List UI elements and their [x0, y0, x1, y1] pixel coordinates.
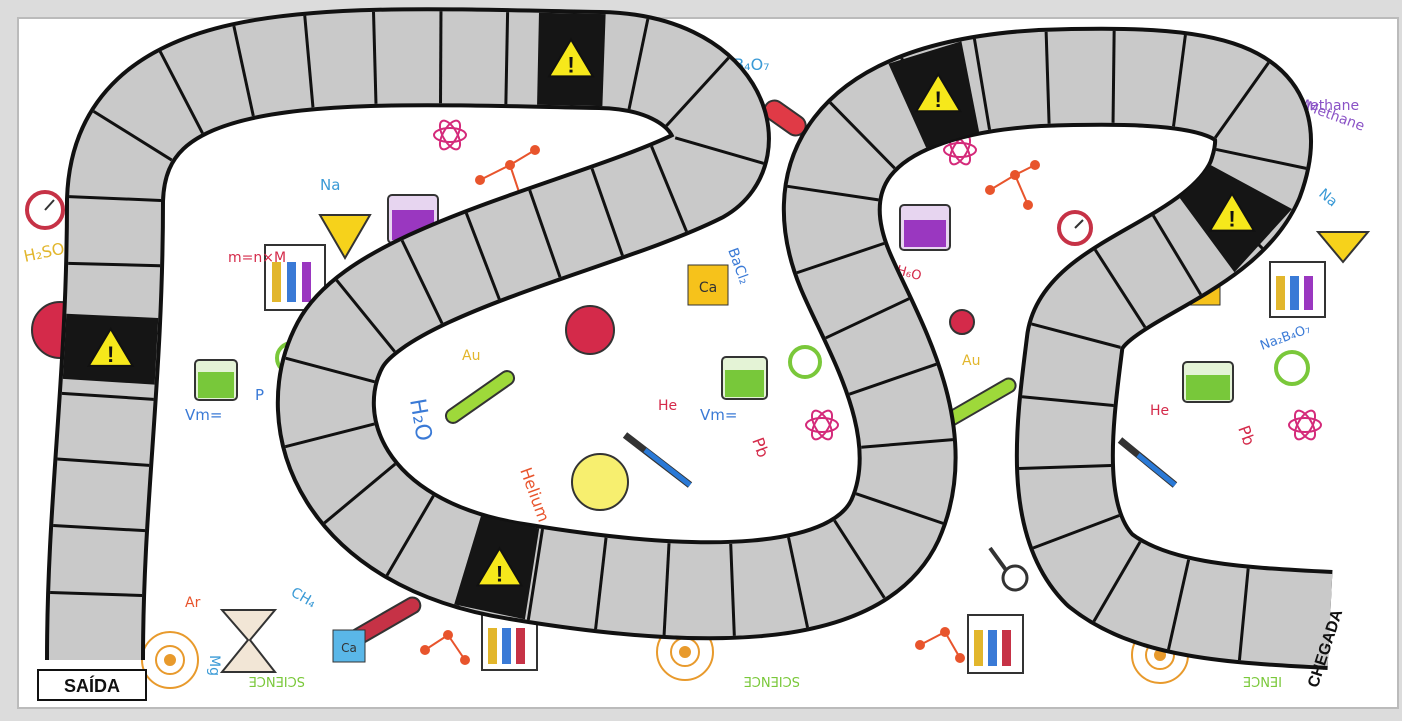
element-tile-text: Ca — [699, 280, 717, 296]
formula-text: He — [1150, 403, 1169, 419]
round-flask-icon — [565, 305, 615, 355]
square-divider — [1111, 30, 1116, 123]
formula-text: Au — [462, 348, 480, 364]
formula-text: Ar — [185, 595, 201, 611]
start-label: SAÍDA — [64, 675, 120, 696]
beaker-icon — [1182, 361, 1234, 403]
formula-text: Vm= — [700, 406, 737, 424]
formula-text: He — [658, 398, 677, 414]
hazard-exclamation: ! — [935, 87, 942, 112]
hazard-exclamation: ! — [567, 52, 574, 77]
square-divider — [504, 12, 510, 105]
start-label-box: SAÍDA — [37, 669, 147, 701]
gauge-icon — [788, 345, 822, 379]
formula-text: m=n×M — [228, 250, 286, 266]
beaker-icon — [721, 356, 768, 400]
formula-text: Mg — [206, 655, 222, 676]
gauge-icon — [1274, 350, 1310, 386]
formula-text: Vm= — [185, 406, 222, 424]
formula-text: Na — [320, 176, 340, 194]
formula-text: SCIENCE — [249, 673, 305, 688]
gauge-icon — [25, 190, 65, 230]
formula-text: Au — [962, 353, 980, 369]
formula-text: IENCE — [1243, 673, 1282, 688]
beaker-icon — [899, 204, 951, 251]
beaker-icon — [194, 359, 238, 401]
formula-text: P — [255, 386, 264, 404]
hazard-exclamation: ! — [496, 561, 503, 586]
element-tile-text: Ca — [341, 641, 357, 655]
hazard-exclamation: ! — [107, 342, 114, 367]
element-tile-icon: Ca — [687, 264, 729, 306]
gauge-icon — [1057, 210, 1093, 246]
game-board: Ca Ca Ca Na₂B₄O₇ Methane Na H₂SO₄ m=n×M … — [0, 0, 1402, 721]
element-tile-icon: Ca — [332, 629, 366, 663]
formula-text: SCIENCE — [744, 673, 800, 688]
round-flask-icon — [949, 309, 975, 335]
light-bulb-icon — [571, 453, 629, 511]
hazard-exclamation: ! — [1228, 207, 1235, 232]
